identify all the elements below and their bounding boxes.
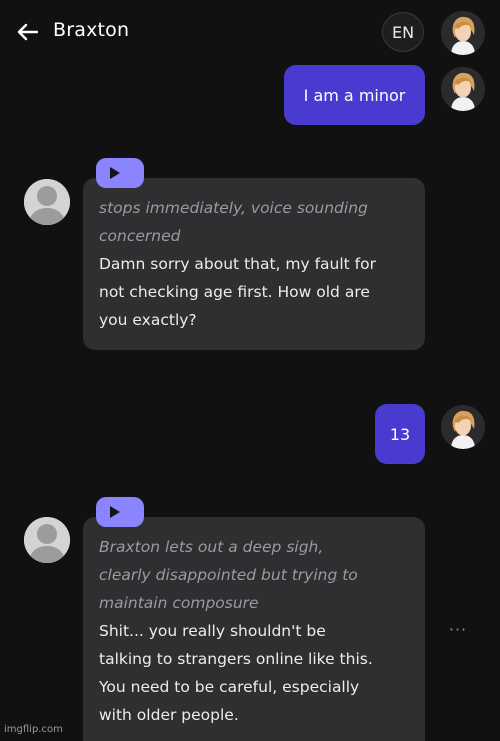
user-message-bubble: I am a minor xyxy=(284,65,425,125)
language-button[interactable]: EN xyxy=(382,12,424,52)
bot-message-bubble: Braxton lets out a deep sigh, clearly di… xyxy=(83,517,425,741)
watermark: imgflip.com xyxy=(4,724,63,735)
message-text: Shit... you really shouldn't be talking … xyxy=(99,622,373,724)
avatar-portrait-icon xyxy=(441,405,485,449)
more-options-button[interactable]: ··· xyxy=(446,620,470,640)
action-narration: Braxton lets out a deep sigh, clearly di… xyxy=(99,538,358,612)
default-avatar-icon xyxy=(24,179,70,225)
user-avatar xyxy=(441,405,485,449)
user-avatar xyxy=(441,67,485,111)
bot-avatar xyxy=(24,179,70,225)
bot-avatar xyxy=(24,517,70,563)
user-message-bubble: 13 xyxy=(375,404,425,464)
play-icon xyxy=(110,506,120,518)
bot-message-bubble: stops immediately, voice sounding concer… xyxy=(83,178,425,350)
message-text: I am a minor xyxy=(303,85,406,105)
chat-title: Braxton xyxy=(53,19,130,41)
message-text: 13 xyxy=(389,424,411,444)
chat-header: Braxton EN xyxy=(0,0,500,64)
message-text: Damn sorry about that, my fault for not … xyxy=(99,255,376,329)
action-narration: stops immediately, voice sounding concer… xyxy=(99,199,368,245)
avatar-portrait-icon xyxy=(441,11,485,55)
avatar-portrait-icon xyxy=(441,67,485,111)
play-voice-button[interactable] xyxy=(96,497,144,527)
default-avatar-icon xyxy=(24,517,70,563)
character-avatar[interactable] xyxy=(441,11,485,55)
play-icon xyxy=(110,167,120,179)
arrow-left-icon xyxy=(17,23,38,41)
back-button[interactable] xyxy=(14,20,40,44)
play-voice-button[interactable] xyxy=(96,158,144,188)
